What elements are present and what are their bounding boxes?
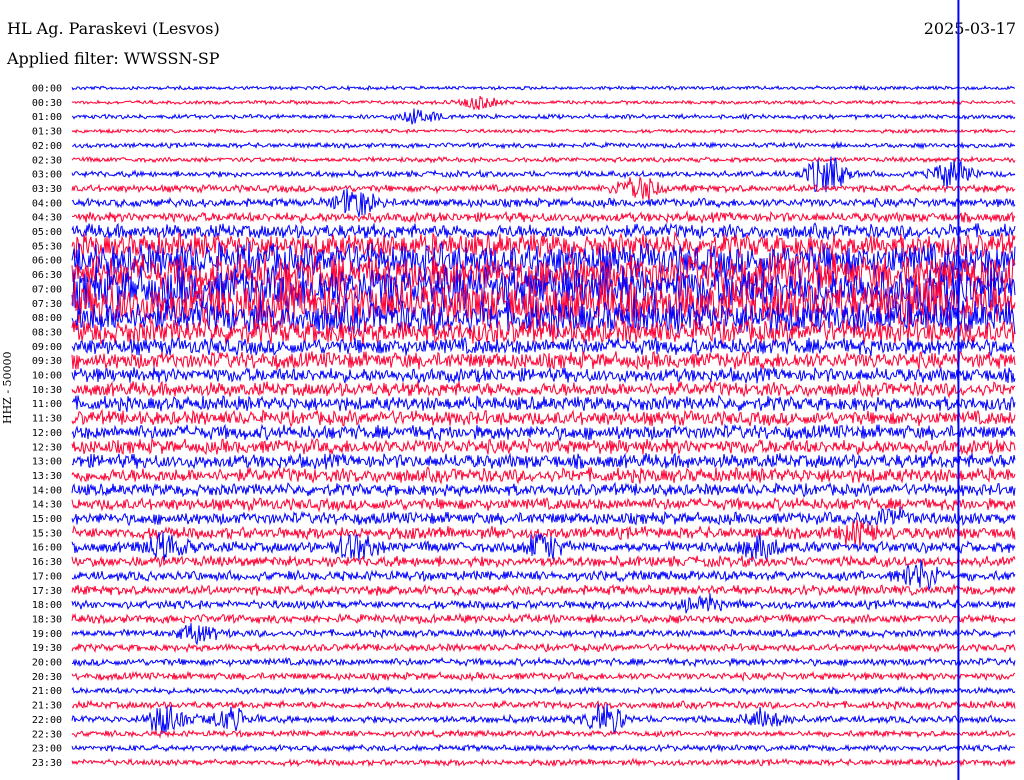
row-time-label: 01:00 xyxy=(32,112,62,123)
row-time-label: 20:30 xyxy=(32,672,62,683)
row-time-label: 12:30 xyxy=(32,442,62,453)
trace-row-21:30 xyxy=(71,699,1016,712)
row-time-label: 23:00 xyxy=(32,744,62,755)
trace-row-23:00 xyxy=(71,743,1016,754)
trace-row-01:30 xyxy=(71,127,1016,135)
row-time-label: 08:00 xyxy=(32,313,62,324)
trace-row-00:00 xyxy=(71,84,1016,92)
row-time-label: 02:30 xyxy=(32,155,62,166)
trace-row-18:00 xyxy=(71,593,1016,614)
row-time-label: 14:00 xyxy=(32,485,62,496)
trace-row-19:30 xyxy=(71,642,1016,654)
trace-row-04:30 xyxy=(71,210,1016,225)
row-time-label: 10:00 xyxy=(32,371,62,382)
trace-row-10:30 xyxy=(71,380,1015,399)
row-time-label: 03:00 xyxy=(32,170,62,181)
row-time-label: 21:00 xyxy=(32,686,62,697)
row-time-label: 18:00 xyxy=(32,600,62,611)
trace-row-17:30 xyxy=(71,583,1016,597)
row-time-label: 13:30 xyxy=(32,471,62,482)
row-time-label: 00:30 xyxy=(32,98,62,109)
trace-row-18:30 xyxy=(71,612,1016,626)
row-time-label: 02:00 xyxy=(32,141,62,152)
trace-row-22:30 xyxy=(71,728,1016,739)
trace-row-09:00 xyxy=(71,336,1016,358)
trace-row-11:00 xyxy=(72,394,1016,413)
row-time-label: 19:00 xyxy=(32,629,62,640)
row-time-label: 09:30 xyxy=(32,356,62,367)
trace-row-11:30 xyxy=(71,408,1016,428)
row-time-label: 07:30 xyxy=(32,299,62,310)
row-time-label: 17:00 xyxy=(32,571,62,582)
helicorder-plot: 00:00 00:30 01:00 01:30 02:00 02:30 03:00 03:30… xyxy=(32,0,1016,780)
trace-row-04:00 xyxy=(71,188,1016,218)
row-time-label: 03:30 xyxy=(32,184,62,195)
row-time-label: 06:30 xyxy=(32,270,62,281)
trace-row-12:30 xyxy=(71,437,1016,456)
trace-row-20:00 xyxy=(72,656,1016,668)
trace-row-23:30 xyxy=(71,757,1016,768)
trace-row-02:00 xyxy=(71,140,1016,150)
row-time-label: 07:00 xyxy=(32,284,62,295)
row-time-label: 20:00 xyxy=(32,658,62,669)
trace-row-09:30 xyxy=(71,350,1016,371)
row-time-label: 04:00 xyxy=(32,198,62,209)
row-time-label: 21:30 xyxy=(32,701,62,712)
row-time-label: 19:30 xyxy=(32,643,62,654)
row-time-label: 00:00 xyxy=(32,84,62,95)
row-time-label: 16:00 xyxy=(32,543,62,554)
row-time-label: 09:00 xyxy=(32,342,62,353)
row-time-label: 22:30 xyxy=(32,729,62,740)
row-time-label: 15:30 xyxy=(32,528,62,539)
trace-row-10:00 xyxy=(71,366,1016,385)
trace-row-14:30 xyxy=(71,496,1016,513)
row-time-label: 11:00 xyxy=(32,399,62,410)
trace-row-16:30 xyxy=(71,554,1016,569)
row-time-label: 05:30 xyxy=(32,241,62,252)
row-time-label: 12:00 xyxy=(32,428,62,439)
trace-row-02:30 xyxy=(71,155,1016,164)
trace-row-13:30 xyxy=(71,466,1016,485)
row-time-label: 22:00 xyxy=(32,715,62,726)
row-time-label: 14:30 xyxy=(32,500,62,511)
trace-row-01:00 xyxy=(71,108,1016,125)
row-time-label: 13:00 xyxy=(32,457,62,468)
trace-row-03:30 xyxy=(71,175,1016,202)
trace-row-14:00 xyxy=(71,481,1016,498)
trace-row-15:00 xyxy=(71,506,1016,527)
row-time-label: 10:30 xyxy=(32,385,62,396)
trace-row-00:30 xyxy=(71,95,1016,111)
row-time-label: 17:30 xyxy=(32,586,62,597)
trace-row-19:00 xyxy=(71,623,1016,646)
row-time-label: 23:30 xyxy=(32,758,62,769)
row-time-label: 11:30 xyxy=(32,414,62,425)
row-time-label: 15:00 xyxy=(32,514,62,525)
trace-row-15:30 xyxy=(71,519,1016,549)
row-time-label: 16:30 xyxy=(32,557,62,568)
trace-row-20:30 xyxy=(71,670,1016,683)
trace-row-21:00 xyxy=(71,685,1016,696)
row-time-label: 06:00 xyxy=(32,256,62,267)
row-time-label: 04:30 xyxy=(32,213,62,224)
trace-row-12:00 xyxy=(71,423,1016,442)
row-time-label: 01:30 xyxy=(32,127,62,138)
trace-row-13:00 xyxy=(71,452,1016,470)
row-time-label: 18:30 xyxy=(32,614,62,625)
row-time-label: 08:30 xyxy=(32,327,62,338)
row-time-label: 05:00 xyxy=(32,227,62,238)
